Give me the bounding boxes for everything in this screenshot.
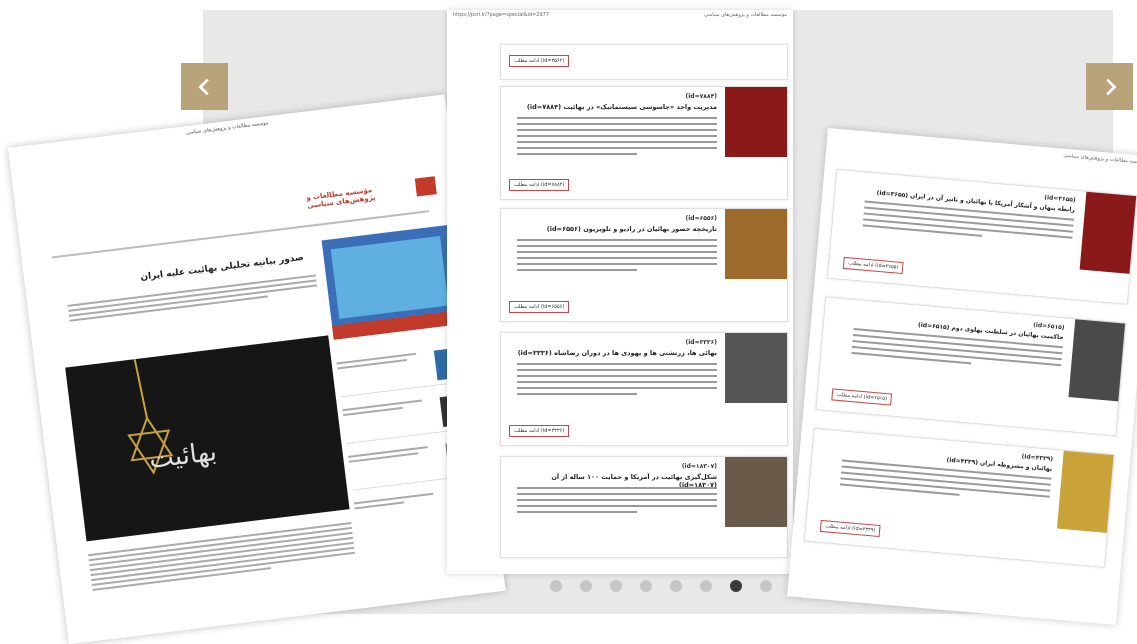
article-id: (id=۶۵۱۵) (1032, 321, 1065, 332)
article-id: (id=۷۸۸۴) (685, 93, 717, 100)
carousel-dot[interactable] (760, 580, 772, 592)
side-banner[interactable] (321, 224, 463, 340)
bahai-symbol-icon: بهائیت (127, 358, 218, 475)
article-id: (id=۳۶۵۵) (1043, 194, 1076, 204)
article-card[interactable]: (id=۳۳۳۶) بهائی ها، زرتشتی ها و یهودی ها… (500, 332, 788, 446)
article-title[interactable]: بهائی ها، زرتشتی ها و یهودی ها در دوران … (517, 349, 717, 357)
carousel-pagination (550, 580, 772, 592)
chevron-left-icon (197, 78, 209, 95)
site-title: مؤسسه مطالعات و پژوهش‌های سیاسی (703, 12, 787, 18)
article-excerpt (517, 239, 717, 275)
article-thumbnail (1079, 191, 1137, 274)
article-card[interactable]: (id=۷۸۸۴) مدیریت واحد «جاسوسی سیستماتیک»… (500, 86, 788, 200)
article-title[interactable]: تاریخچه حضور بهائیان در رادیو و تلویزیون… (517, 225, 717, 233)
carousel-next-button[interactable] (1086, 63, 1133, 110)
center-page[interactable]: https://psri.ir/?page=special&id=2977 مؤ… (447, 10, 793, 574)
carousel-dot[interactable] (700, 580, 712, 592)
carousel-dot[interactable] (580, 580, 592, 592)
read-more-button[interactable]: ادامه مطلب (id=۳۵۶۲) (509, 55, 570, 67)
article-excerpt (517, 117, 717, 159)
article-card[interactable]: (id=۳۶۵۵) رابطه پنهان و آشکار آمریکا با … (826, 168, 1137, 305)
carousel-dot[interactable] (730, 580, 742, 592)
carousel-dot[interactable] (610, 580, 622, 592)
article-card[interactable]: (id=۴۳۳۹) بهائیان و مشروطه ایران (id=۴۳۳… (803, 427, 1115, 568)
article-id: (id=۶۵۵۶) (685, 215, 717, 222)
carousel-dot[interactable] (550, 580, 562, 592)
article-card[interactable]: (id=۱۸۳۰۷) شکل‌گیری بهائیت در آمریکا و ح… (500, 456, 788, 558)
left-site-name: مؤسسه مطالعات و پژوهش‌های سیاسی (185, 120, 269, 137)
article-thumbnail (725, 209, 787, 279)
read-more-button[interactable]: ادامه مطلب (id=۶۵۱۵) (831, 388, 893, 406)
center-page-header: https://psri.ir/?page=special&id=2977 مؤ… (447, 10, 793, 20)
chevron-right-icon (1105, 78, 1117, 95)
article-card[interactable]: (id=۶۵۱۵) حاکمیت بهائیان در سلطنت پهلوی … (815, 296, 1127, 437)
article-title[interactable]: مدیریت واحد «جاسوسی سیستماتیک» در بهائیت… (517, 103, 717, 111)
article-thumbnail (725, 457, 787, 527)
left-article-image: بهائیت (65, 335, 350, 542)
article-id: (id=۱۸۳۰۷) (681, 463, 717, 470)
article-thumbnail (725, 333, 787, 403)
carousel-dot[interactable] (640, 580, 652, 592)
article-card[interactable]: (id=۶۵۵۶) تاریخچه حضور بهائیان در رادیو … (500, 208, 788, 322)
left-page-preview[interactable]: مؤسسه مطالعات و پژوهش‌های سیاسی مؤسسه مط… (8, 94, 506, 644)
carousel-prev-button[interactable] (181, 63, 228, 110)
read-more-button[interactable]: ادامه مطلب (id=۶۵۵۶) (509, 301, 570, 313)
right-page-preview[interactable]: مؤسسه مطالعات و پژوهش‌های سیاسی (id=۳۶۵۵… (787, 128, 1137, 625)
read-more-button[interactable]: ادامه مطلب (id=۳۶۵۵) (842, 256, 904, 275)
article-excerpt (517, 487, 717, 517)
image-text: بهائیت (147, 437, 218, 475)
top-more-card: ادامه مطلب (id=۳۵۶۲) (500, 44, 788, 80)
article-id: (id=۴۳۳۹) (1021, 453, 1054, 463)
article-thumbnail (725, 87, 787, 157)
site-url: https://psri.ir/?page=special&id=2977 (453, 12, 550, 18)
article-thumbnail (1056, 450, 1114, 533)
read-more-button[interactable]: ادامه مطلب (id=۷۸۸۴) (509, 179, 570, 191)
article-thumbnail (1068, 319, 1126, 402)
article-excerpt (517, 363, 717, 399)
article-id: (id=۳۳۳۶) (685, 339, 717, 346)
read-more-button[interactable]: ادامه مطلب (id=۳۳۳۶) (509, 425, 570, 437)
carousel-dot[interactable] (670, 580, 682, 592)
read-more-button[interactable]: ادامه مطلب (id=۴۳۳۹) (819, 519, 881, 538)
